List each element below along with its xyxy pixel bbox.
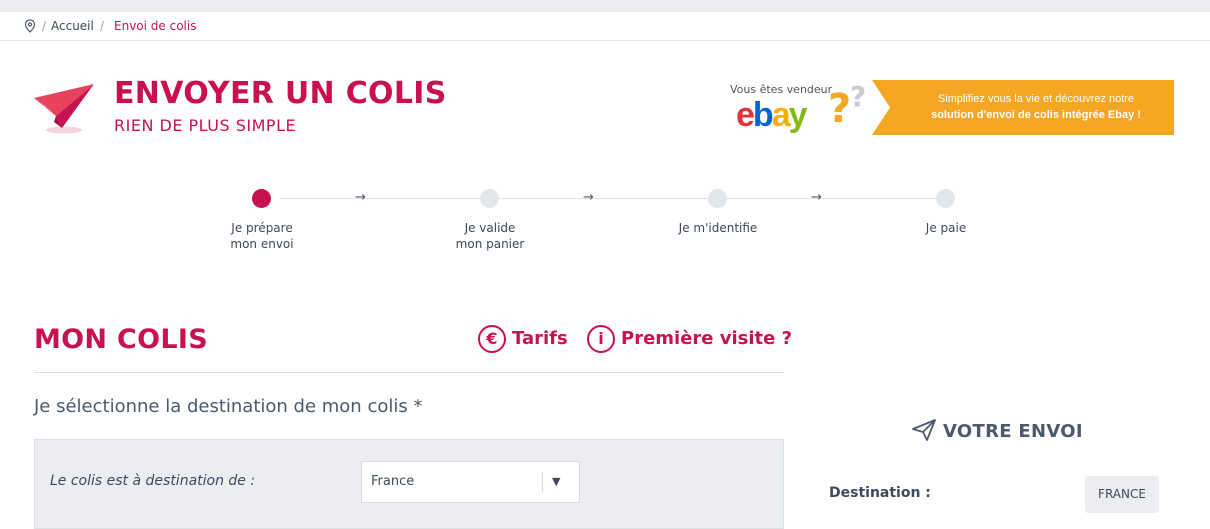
destination-field-label: Le colis est à destination de :: [50, 473, 256, 489]
arrow-right-icon: →: [811, 190, 822, 205]
ebay-logo-letter: b: [752, 96, 774, 134]
step-dot: [708, 189, 727, 208]
step-label-line: Je m'identifie: [678, 221, 758, 235]
breadcrumb: / Accueil / Envoi de colis: [0, 12, 1210, 41]
step-label-line: Je valide: [464, 221, 516, 235]
breadcrumb-current: Envoi de colis: [114, 19, 197, 33]
step-label-line: mon panier: [455, 237, 525, 251]
chevron-down-icon: ▼: [552, 475, 561, 488]
section-divider: [34, 372, 784, 373]
ebay-pre-text: Vous êtes vendeur: [730, 83, 833, 96]
map-pin-icon: [24, 19, 36, 33]
breadcrumb-separator: /: [100, 19, 105, 33]
step-dot-active: [252, 189, 271, 208]
select-divider: [542, 472, 543, 492]
ebay-banner-line1: Simplifiez vous la vie et découvrez notr…: [937, 93, 1135, 105]
ebay-banner[interactable]: Simplifiez vous la vie et découvrez notr…: [872, 80, 1174, 135]
step-label: Je paie: [876, 220, 1016, 236]
arrow-right-icon: →: [583, 190, 594, 205]
stepper-line: [727, 198, 937, 199]
summary-destination-label: Destination :: [829, 485, 931, 501]
destination-select-value: France: [371, 474, 415, 489]
summary-title-label: VOTRE ENVOI: [943, 421, 1083, 442]
ebay-logo-letter: e: [736, 96, 755, 134]
breadcrumb-separator: /: [42, 19, 47, 33]
paper-plane-outline-icon: [912, 419, 936, 441]
step-label-line: Je prépare: [231, 221, 293, 235]
page-subtitle: RIEN DE PLUS SIMPLE: [114, 116, 297, 135]
info-circle-icon: i: [587, 325, 615, 353]
euro-circle-icon: €: [478, 325, 506, 353]
stepper-line: [280, 198, 480, 199]
ebay-logo-letter: a: [771, 96, 791, 134]
breadcrumb-home-link[interactable]: Accueil: [51, 19, 94, 33]
summary-destination-value: FRANCE: [1085, 476, 1159, 513]
ebay-banner-line2: solution d'envoi de colis intégrée Ebay …: [931, 109, 1141, 121]
arrow-right-icon: →: [355, 190, 366, 205]
step-label-line: mon envoi: [230, 237, 294, 251]
section-title: MON COLIS: [34, 324, 208, 355]
question-mark-icon: ?: [850, 80, 867, 113]
top-strip: [0, 0, 1210, 12]
paper-plane-icon: [34, 84, 94, 134]
step-label: Je m'identifie: [648, 220, 788, 236]
ebay-logo-letter: y: [788, 96, 808, 134]
destination-heading: Je sélectionne la destination de mon col…: [34, 396, 423, 417]
destination-select[interactable]: France ▼: [361, 461, 580, 503]
ebay-logo: ebay: [736, 96, 808, 135]
step-dot: [936, 189, 955, 208]
question-mark-icon: ?: [828, 86, 852, 132]
step-dot: [480, 189, 499, 208]
step-label-line: Je paie: [925, 221, 967, 235]
first-visit-label: Première visite ?: [621, 328, 793, 349]
step-label: Je valide mon panier: [420, 220, 560, 252]
tarifs-label: Tarifs: [512, 328, 568, 349]
page-title: ENVOYER UN COLIS: [114, 76, 447, 111]
step-label: Je prépare mon envoi: [192, 220, 332, 252]
stepper-line: [499, 198, 709, 199]
